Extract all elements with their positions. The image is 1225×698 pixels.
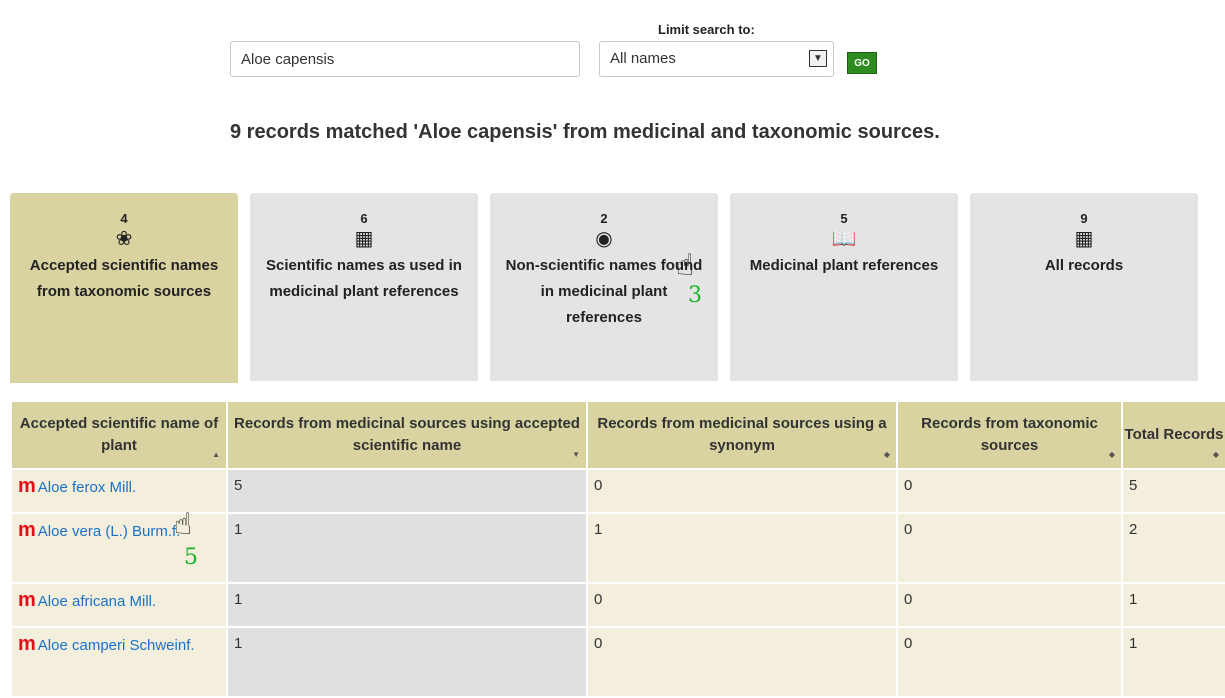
tab-label: Medicinal plant references (749, 257, 939, 274)
book-icon: 📖 (831, 228, 857, 250)
accepted-count-cell: 5 (226, 468, 588, 514)
result-tabs: 4 ❀ Accepted scientific names from taxon… (10, 193, 1225, 383)
sort-icon[interactable]: ◆ (1213, 444, 1219, 466)
column-header-medicinal-accepted[interactable]: Records from medicinal sources using acc… (226, 400, 588, 470)
plant-name-link[interactable]: Aloe africana Mill. (38, 593, 156, 610)
tab-count: 2 (600, 211, 608, 226)
total-count-cell: 1 (1121, 626, 1225, 698)
column-header-total[interactable]: Total Records ◆ (1121, 400, 1225, 470)
column-header-medicinal-synonym[interactable]: Records from medicinal sources using a s… (586, 400, 898, 470)
medicinal-mark-icon: m (18, 475, 36, 497)
result-heading: 9 records matched 'Aloe capensis' from m… (230, 121, 940, 143)
sort-icon[interactable]: ◆ (884, 444, 890, 466)
table-row: m Aloe ferox Mill. 5 0 0 5 (10, 468, 1225, 514)
medicinal-mark-icon: m (18, 633, 36, 655)
tab-non-scientific-names[interactable]: 2 ◉ Non-scientific names found in medici… (490, 193, 718, 381)
synonym-count-cell: 1 (586, 512, 898, 584)
taxonomic-count-cell: 0 (896, 512, 1123, 584)
table-header-row: Accepted scientific name of plant ▲ Recor… (10, 400, 1225, 470)
table-row: m Aloe camperi Schweinf. 1 0 0 1 (10, 626, 1225, 698)
taxonomic-count-cell: 0 (896, 468, 1123, 514)
plant-name-cell: m Aloe ferox Mill. (10, 468, 228, 514)
globe-icon: ◉ (595, 228, 613, 250)
go-button[interactable]: GO (847, 52, 877, 74)
document-icon: ▦ (354, 228, 374, 250)
tab-all-records[interactable]: 9 ▦ All records (970, 193, 1198, 381)
accepted-count-cell: 1 (226, 626, 588, 698)
plant-name-link[interactable]: Aloe camperi Schweinf. (38, 637, 195, 654)
chevron-down-icon[interactable]: ▼ (809, 50, 827, 67)
synonym-count-cell: 0 (586, 582, 898, 628)
limit-search-select[interactable]: All names ▼ (599, 41, 834, 77)
plant-name-link[interactable]: Aloe vera (L.) Burm.f. (38, 523, 181, 540)
limit-search-selected: All names (610, 50, 676, 67)
tab-label: Non-scientific names found in medicinal … (505, 257, 703, 326)
tab-medicinal-scientific-names[interactable]: 6 ▦ Scientific names as used in medicina… (250, 193, 478, 381)
search-input[interactable] (230, 41, 580, 77)
tab-medicinal-references[interactable]: 5 📖 Medicinal plant references (730, 193, 958, 381)
total-count-cell: 5 (1121, 468, 1225, 514)
medicinal-mark-icon: m (18, 589, 36, 611)
step-annotation: 3 (688, 283, 702, 308)
step-annotation: 5 (184, 545, 198, 570)
sort-icon[interactable]: ▼ (572, 444, 580, 466)
plant-name-cell: m Aloe africana Mill. (10, 582, 228, 628)
taxonomic-count-cell: 0 (896, 626, 1123, 698)
synonym-count-cell: 0 (586, 468, 898, 514)
tab-accepted-names[interactable]: 4 ❀ Accepted scientific names from taxon… (10, 193, 238, 383)
tab-label: Scientific names as used in medicinal pl… (266, 257, 462, 300)
hand-cursor-icon: ☝ (174, 508, 193, 541)
plant-icon: ❀ (115, 228, 133, 250)
tab-count: 9 (1080, 211, 1088, 226)
accepted-count-cell: 1 (226, 512, 588, 584)
plant-name-link[interactable]: Aloe ferox Mill. (38, 479, 136, 496)
table-row: m Aloe africana Mill. 1 0 0 1 (10, 582, 1225, 628)
tab-label: All records (1044, 257, 1124, 274)
tab-count: 4 (120, 211, 128, 226)
medicinal-mark-icon: m (18, 519, 36, 541)
total-count-cell: 1 (1121, 582, 1225, 628)
search-area: Limit search to: All names ▼ GO (230, 18, 890, 88)
sort-icon[interactable]: ◆ (1109, 444, 1115, 466)
taxonomic-count-cell: 0 (896, 582, 1123, 628)
tab-label: Accepted scientific names from taxonomic… (29, 257, 219, 300)
sort-icon[interactable]: ▲ (212, 444, 220, 466)
tab-count: 6 (360, 211, 368, 226)
table-icon: ▦ (1074, 228, 1094, 250)
limit-search-label: Limit search to: (658, 22, 755, 37)
column-header-accepted-name[interactable]: Accepted scientific name of plant ▲ (10, 400, 228, 470)
tab-count: 5 (840, 211, 848, 226)
total-count-cell: 2 (1121, 512, 1225, 584)
synonym-count-cell: 0 (586, 626, 898, 698)
plant-name-cell: m Aloe camperi Schweinf. (10, 626, 228, 698)
hand-cursor-icon: ☝ (676, 249, 695, 282)
accepted-count-cell: 1 (226, 582, 588, 628)
column-header-taxonomic[interactable]: Records from taxonomic sources ◆ (896, 400, 1123, 470)
